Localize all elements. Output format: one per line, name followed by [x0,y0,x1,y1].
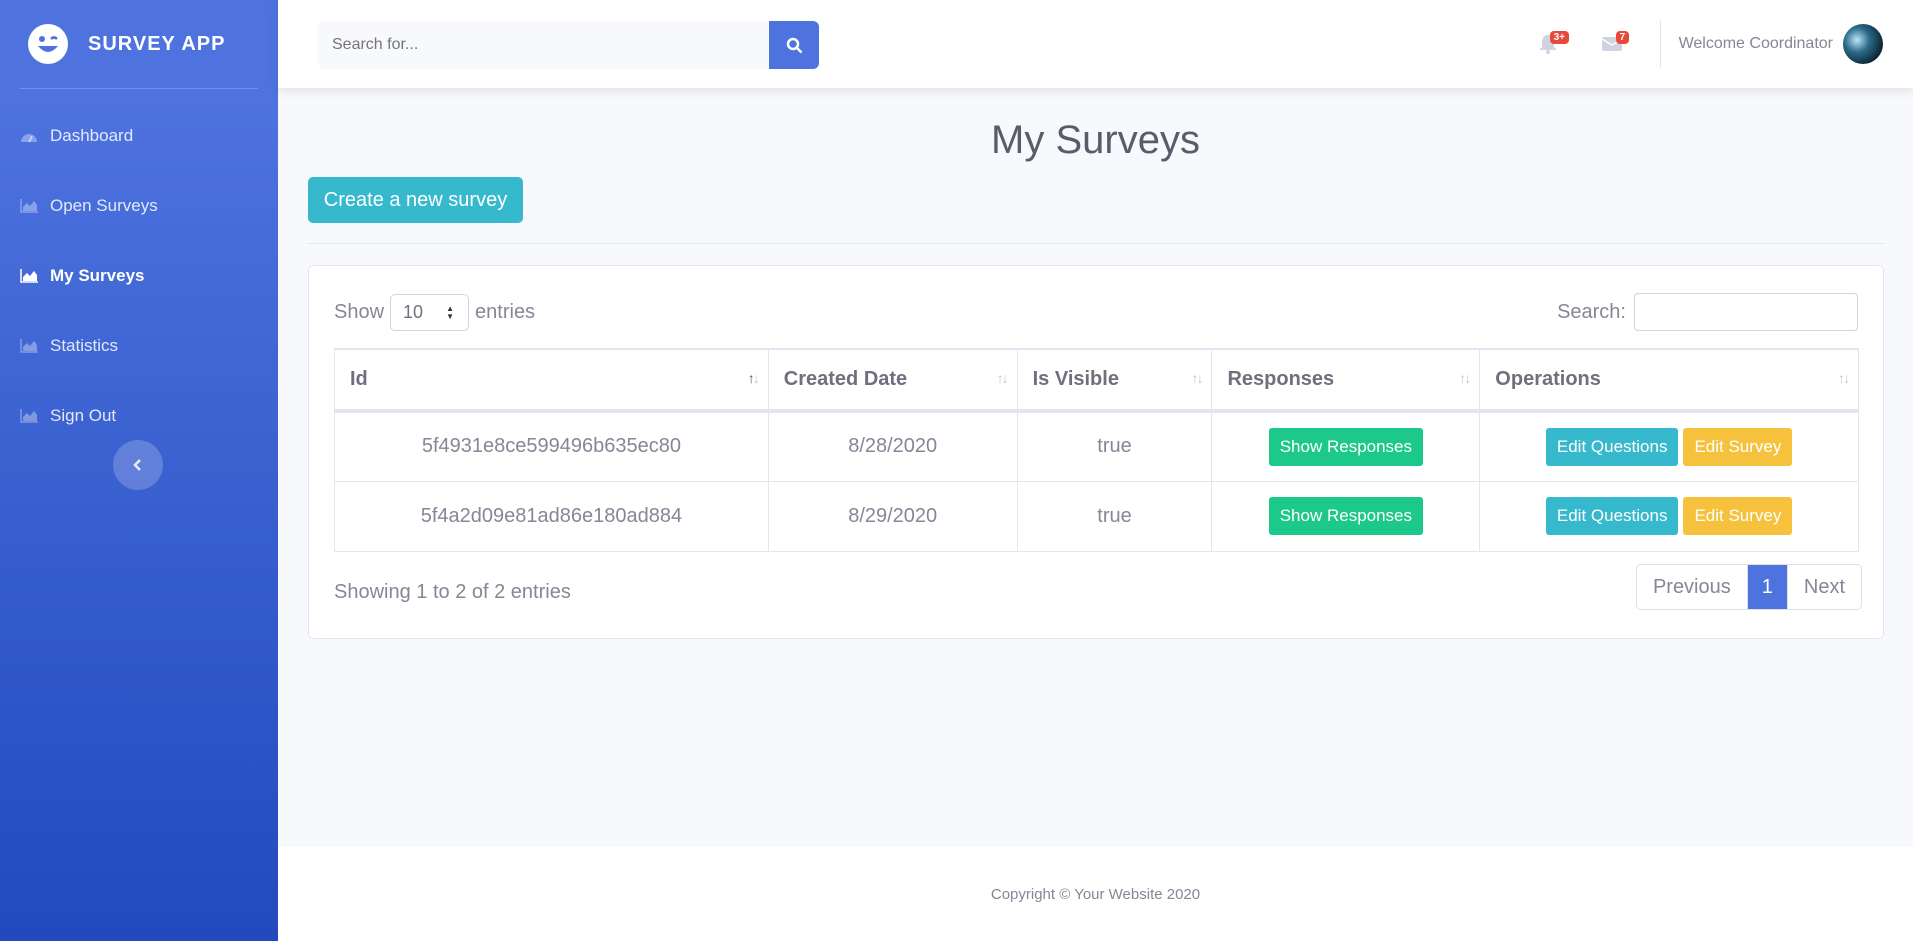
sidebar-item-label: Open Surveys [50,196,158,215]
table-search: Search: [1557,293,1858,331]
column-header-responses[interactable]: Responses ↑↓ [1211,348,1481,413]
pagination: Previous 1 Next [1635,564,1862,610]
cell-id: 5f4a2d09e81ad86e180ad884 [334,480,769,552]
pagination-next[interactable]: Next [1788,565,1861,609]
messages-badge: 7 [1615,31,1630,44]
topbar-divider [1659,20,1661,68]
column-label: Id [350,368,368,390]
search-icon [786,37,802,53]
column-label: Created Date [783,368,908,390]
sort-icon: ↑↓ [996,370,1009,386]
chevron-left-icon [133,459,141,471]
footer: Copyright © Your Website 2020 [278,847,1913,941]
sidebar-item-label: Statistics [50,336,119,355]
search-input[interactable] [318,21,769,69]
content-divider [308,243,1884,244]
table-search-label: Search: [1557,300,1626,323]
show-responses-button[interactable]: Show Responses [1268,497,1424,535]
edit-survey-button[interactable]: Edit Survey [1683,427,1793,466]
surveys-table: Id ↑↓ Created Date ↑↓ Is Visible ↑↓ Respons… [334,348,1859,552]
column-header-created-date[interactable]: Created Date ↑↓ [767,348,1018,413]
column-label: Responses [1227,368,1335,390]
column-header-is-visible[interactable]: Is Visible ↑↓ [1016,348,1213,413]
table-row: 5f4a2d09e81ad86e180ad884 8/29/2020 true … [334,480,1859,552]
sidebar-item-open-surveys[interactable]: Open Surveys [0,171,278,241]
cell-is-visible: true [1016,410,1213,482]
sidebar-item-statistics[interactable]: Statistics [0,311,278,381]
messages-button[interactable]: 7 [1580,0,1644,88]
chart-area-icon [20,199,38,213]
topbar-search [318,21,819,69]
sort-icon: ↑↓ [1459,370,1471,386]
sidebar-item-my-surveys[interactable]: My Surveys [0,241,278,311]
chart-area-icon [20,409,38,423]
cell-operations: Edit Questions Edit Survey [1479,480,1859,552]
cell-created-date: 8/29/2020 [767,480,1018,552]
column-header-id[interactable]: Id ↑↓ [334,348,769,413]
topbar: 3+ 7 Welcome Coordinator [278,0,1913,88]
entries-label: entries [475,301,536,323]
cell-id: 5f4931e8ce599496b635ec80 [334,410,769,482]
copyright-text: Copyright © Your Website 2020 [990,885,1201,903]
brand-name: SURVEY APP [88,32,226,55]
sidebar: SURVEY APP Dashboard Open Surveys My Sur… [0,0,278,941]
sort-icon: ↑↓ [1191,370,1203,386]
sidebar-toggle-button[interactable] [113,440,163,490]
sidebar-item-label: Sign Out [50,406,117,425]
column-label: Operations [1495,368,1601,390]
chart-area-icon [20,269,38,283]
laugh-wink-icon [28,24,68,64]
cell-operations: Edit Questions Edit Survey [1479,410,1859,482]
pagination-page-1[interactable]: 1 [1747,565,1788,609]
column-header-operations[interactable]: Operations ↑↓ [1479,348,1859,413]
sidebar-item-label: Dashboard [50,126,134,145]
cell-responses: Show Responses [1211,410,1481,482]
chart-area-icon [20,339,38,353]
alerts-button[interactable]: 3+ [1516,0,1580,88]
edit-survey-button[interactable]: Edit Survey [1683,497,1793,535]
avatar[interactable] [1843,24,1883,64]
table-search-input[interactable] [1634,293,1858,331]
sort-asc-icon: ↑↓ [747,370,760,386]
sort-icon: ↑↓ [1838,370,1850,386]
page-length-control: Show 10 ▲ ▼ entries [334,294,535,331]
sidebar-item-dashboard[interactable]: Dashboard [0,101,278,171]
select-arrows-icon: ▲ ▼ [446,304,455,321]
alerts-badge: 3+ [1549,31,1569,44]
sidebar-item-label: My Surveys [50,266,145,285]
show-responses-button[interactable]: Show Responses [1268,427,1424,466]
edit-questions-button[interactable]: Edit Questions [1545,497,1679,535]
welcome-text[interactable]: Welcome Coordinator [1679,35,1833,53]
page-length-value: 10 [403,302,424,322]
search-button[interactable] [769,21,819,69]
edit-questions-button[interactable]: Edit Questions [1545,427,1679,466]
cell-responses: Show Responses [1211,480,1481,552]
surveys-card: Show 10 ▲ ▼ entries Search: Id ↑↓ Created … [308,265,1884,639]
column-label: Is Visible [1032,368,1119,390]
table-info: Showing 1 to 2 of 2 entries [334,581,571,603]
cell-is-visible: true [1016,480,1213,552]
topbar-right: 3+ 7 Welcome Coordinator [1516,0,1913,88]
create-survey-button[interactable]: Create a new survey [308,177,523,223]
table-row: 5f4931e8ce599496b635ec80 8/28/2020 true … [334,410,1859,482]
page-title: My Surveys [991,118,1200,162]
tachometer-icon [20,129,38,143]
page-length-select[interactable]: 10 ▲ ▼ [390,294,470,331]
show-label: Show [334,301,385,323]
brand[interactable]: SURVEY APP [0,0,278,88]
cell-created-date: 8/28/2020 [767,410,1018,482]
table-header-row: Id ↑↓ Created Date ↑↓ Is Visible ↑↓ Respons… [334,348,1859,413]
pagination-previous[interactable]: Previous [1637,565,1748,609]
